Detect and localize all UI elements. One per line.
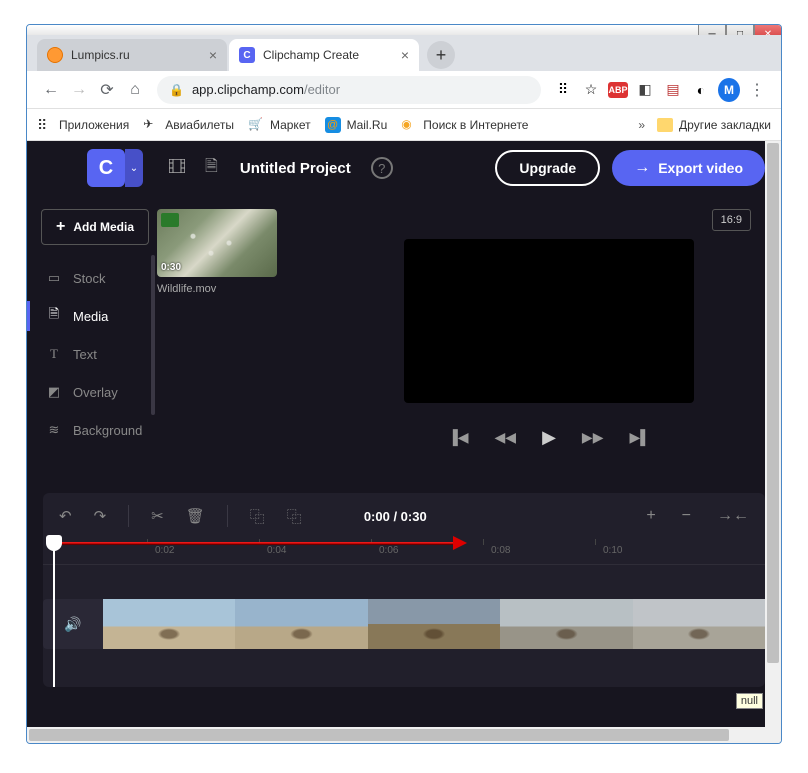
favicon-lumpics [47,47,63,63]
rewind-button[interactable]: ◀◀ [495,429,517,446]
browser-tab-clipchamp[interactable]: C Clipchamp Create × [229,39,419,71]
tooltip-null: null [736,693,763,709]
lock-icon: 🔒 [169,83,184,97]
audio-icon[interactable]: 🔊 [43,599,103,649]
address-bar[interactable]: 🔒 app.clipchamp.com/editor [157,76,541,104]
tick: 0:02 [155,545,174,556]
clip-duration: 0:30 [161,262,181,273]
vertical-scrollbar[interactable] [765,141,781,727]
url-path: /editor [304,82,340,97]
timeline-time: 0:00 / 0:30 [364,509,427,524]
tick: 0:04 [267,545,286,556]
sidebar-item-overlay[interactable]: ◩Overlay [41,373,157,411]
tick: 0:08 [491,545,510,556]
aspect-ratio-button[interactable]: 16:9 [712,209,751,231]
sidebar-item-stock[interactable]: ▭Stock [41,259,157,297]
sidebar-scrollbar[interactable] [151,255,155,415]
zoom-in-button[interactable]: + [646,507,655,525]
sidebar-item-media[interactable]: 🗎Media [41,297,157,335]
timeline[interactable]: 0:02 0:04 0:06 0:08 0:10 🔊 [43,539,765,687]
close-tab-icon[interactable]: × [401,47,409,63]
extension-icon[interactable]: ◧ [634,79,656,101]
plane-icon: ✈ [143,117,159,133]
play-button[interactable]: ▶ [542,427,556,448]
playhead[interactable] [53,537,55,687]
document-icon[interactable]: 🗎 [205,155,218,182]
tick: 0:10 [603,545,622,556]
close-tab-icon[interactable]: × [209,47,217,63]
timeline-ruler[interactable]: 0:02 0:04 0:06 0:08 0:10 [43,539,765,565]
pdf-extension-icon[interactable]: ▤ [662,79,684,101]
bookmark-mailru[interactable]: @Mail.Ru [325,117,388,133]
forward-button[interactable]: ▶▶ [582,429,604,446]
add-media-button[interactable]: Add Media [41,209,149,245]
overlay-icon: ◩ [45,384,63,400]
adblock-icon[interactable]: ABP [608,82,628,98]
skip-start-button[interactable]: ▐◀ [448,429,469,446]
bookmarks-overflow[interactable]: » [638,118,645,132]
annotation-arrow [57,542,457,544]
media-icon: 🗎 [45,305,63,327]
delete-button[interactable]: 🗑 [186,507,205,525]
timeline-frame[interactable] [500,599,632,649]
video-preview[interactable] [404,239,694,403]
tab-title: Lumpics.ru [71,48,205,62]
timeline-frame[interactable] [368,599,500,649]
redo-button[interactable]: ↷ [94,507,107,525]
bookmark-flights[interactable]: ✈Авиабилеты [143,117,234,133]
timeline-frame[interactable] [633,599,765,649]
url-host: app.clipchamp.com [192,82,304,97]
profile-avatar[interactable]: M [718,78,740,102]
mailru-icon: @ [325,117,341,133]
reload-button[interactable]: ⟳ [93,76,121,104]
skip-end-button[interactable]: ▶▌ [629,429,650,446]
fit-button[interactable]: →← [717,507,749,525]
split-button[interactable]: ✂ [151,507,164,525]
other-bookmarks[interactable]: Другие закладки [657,118,771,132]
tick: 0:06 [379,545,398,556]
stock-icon: ▭ [45,270,63,286]
bookmark-apps[interactable]: ⠿Приложения [37,117,129,133]
undo-button[interactable]: ↶ [59,507,72,525]
media-clip-thumbnail[interactable]: 0:30 [157,209,277,277]
duplicate-button[interactable]: ⿻ [287,506,302,527]
text-icon: T [45,346,63,362]
timeline-frame[interactable] [235,599,367,649]
zoom-out-button[interactable]: − [682,507,691,525]
browser-tab-lumpics[interactable]: Lumpics.ru × [37,39,227,71]
horizontal-scrollbar[interactable] [27,727,781,743]
bookmark-search[interactable]: ◉Поиск в Интернете [401,117,528,133]
background-icon: ≋ [45,422,63,438]
export-video-button[interactable]: Export video [612,150,765,186]
translate-icon[interactable]: ⠿ [552,79,574,101]
clip-type-badge [161,213,179,227]
project-title[interactable]: Untitled Project [240,160,351,177]
new-tab-button[interactable]: + [427,41,455,69]
video-library-icon[interactable] [169,159,185,178]
upgrade-button[interactable]: Upgrade [495,150,600,186]
bookmark-star-icon[interactable]: ☆ [580,79,602,101]
film-icon [169,159,185,173]
app-logo[interactable]: C [87,149,125,187]
bookmark-market[interactable]: 🛒Маркет [248,117,311,133]
extension-icon-2[interactable]: ◐ [690,79,712,101]
home-button[interactable]: ⌂ [121,76,149,104]
back-button[interactable]: ← [37,76,65,104]
app-logo-dropdown[interactable]: ⌄ [125,149,143,187]
clip-filename: Wildlife.mov [157,283,347,295]
timeline-track[interactable]: 🔊 [43,599,765,649]
copy-button[interactable]: ⿻ [250,506,265,527]
chrome-menu-button[interactable]: ⋮ [746,79,768,101]
help-icon[interactable]: ? [371,157,393,179]
search-icon: ◉ [401,117,417,133]
forward-button[interactable]: → [65,76,93,104]
favicon-clipchamp: C [239,47,255,63]
sidebar-item-background[interactable]: ≋Background [41,411,157,449]
folder-icon [657,118,673,132]
tab-title: Clipchamp Create [263,48,397,62]
cart-icon: 🛒 [248,117,264,133]
sidebar-item-text[interactable]: TText [41,335,157,373]
apps-icon: ⠿ [37,117,53,133]
timeline-frame[interactable] [103,599,235,649]
